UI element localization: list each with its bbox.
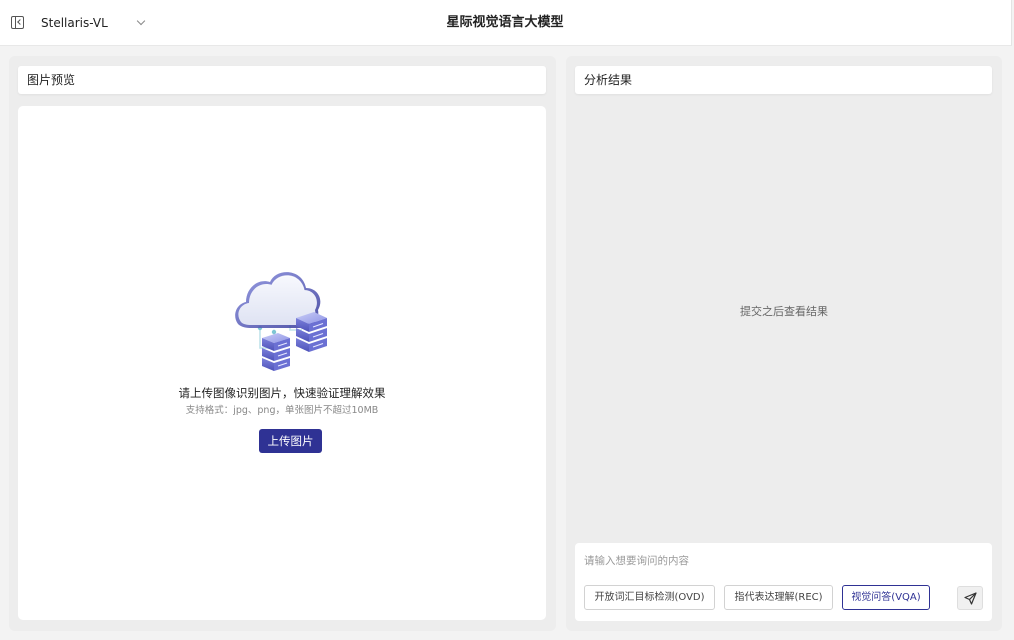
send-icon [964,592,977,605]
query-input[interactable] [584,552,964,570]
results-placeholder: 提交之后查看结果 [740,305,828,318]
query-box: 开放词汇目标检测(OVD) 指代表达理解(REC) 视觉问答(VQA) [575,543,992,621]
chevron-down-icon [136,16,146,26]
top-header: Stellaris-VL 星际视觉语言大模型 [0,0,1012,46]
sidebar-toggle-icon[interactable] [11,16,24,29]
upload-image-button[interactable]: 上传图片 [259,429,322,453]
app-window: Stellaris-VL 星际视觉语言大模型 图片预览 请上传图像识别图片，快速… [0,0,1014,640]
analysis-results-panel: 分析结果 提交之后查看结果 开放词汇目标检测(OVD) 指代表达理解(REC) … [566,56,1002,631]
mode-ovd-button[interactable]: 开放词汇目标检测(OVD) [584,585,715,610]
analysis-results-title: 分析结果 [575,66,992,94]
image-preview-title: 图片预览 [18,66,546,94]
format-hint: 支持格式：jpg、png，单张图片不超过10MB [185,405,379,416]
upload-area[interactable]: 请上传图像识别图片，快速验证理解效果 支持格式：jpg、png，单张图片不超过1… [18,106,546,620]
send-button[interactable] [957,586,983,610]
cloud-server-illustration [235,272,327,371]
model-select[interactable]: Stellaris-VL [41,14,151,32]
mode-rec-button[interactable]: 指代表达理解(REC) [724,585,833,610]
model-name: Stellaris-VL [41,16,108,30]
page-title: 星际视觉语言大模型 [446,15,564,30]
upload-hint: 请上传图像识别图片，快速验证理解效果 [178,386,386,400]
mode-vqa-button[interactable]: 视觉问答(VQA) [842,585,930,610]
image-preview-panel: 图片预览 请上传图像识别图片，快速验证理解效果 支持格式：jpg、png，单张图… [9,56,556,631]
